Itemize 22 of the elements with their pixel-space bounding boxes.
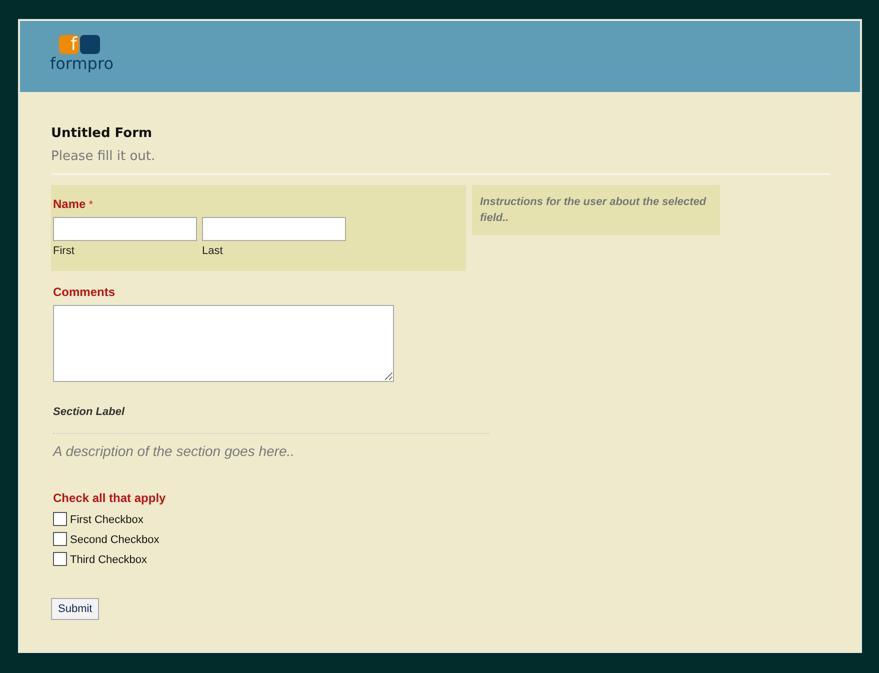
field-label: Check all that apply [53,491,166,505]
checkbox[interactable] [53,532,67,546]
input-field[interactable] [53,217,197,241]
field-label: Comments [53,285,116,299]
sublabel: First [53,245,74,257]
input-field[interactable] [202,217,346,241]
comments-field[interactable] [53,305,394,382]
form-title: Untitled Form [51,126,154,141]
field-label: Name [53,197,86,211]
required-asterisk: * [88,199,93,211]
checkbox[interactable] [53,512,67,526]
sublabel: Last [202,245,223,257]
checkbox-label: Second Checkbox [70,534,160,546]
form-description: Please fill it out. [51,149,156,164]
logo-text: formpro [50,54,114,73]
submit-button[interactable]: Submit [51,598,100,620]
checkbox-label: Third Checkbox [70,554,148,566]
section-label: Section Label [53,406,125,418]
section-description: A description of the section goes here.. [53,443,295,459]
checkbox-label: First Checkbox [70,514,144,526]
checkbox[interactable] [53,552,67,566]
instructions-panel: Instructions for the user about the selected field.. [472,185,720,235]
